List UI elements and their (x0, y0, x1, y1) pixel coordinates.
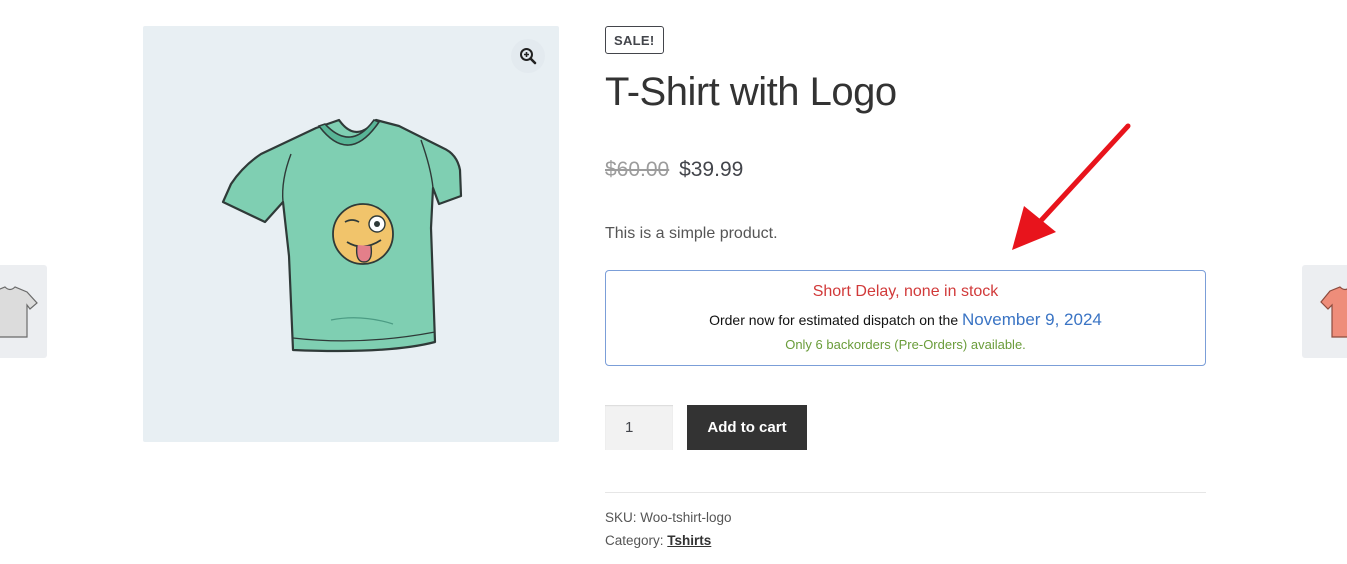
sku-value: Woo-tshirt-logo (640, 510, 732, 525)
sale-badge: SALE! (605, 26, 664, 54)
stock-availability-box: Short Delay, none in stock Order now for… (605, 270, 1206, 366)
dispatch-date: November 9, 2024 (962, 310, 1102, 329)
sale-price: $39.99 (679, 158, 744, 181)
dispatch-message: Order now for estimated dispatch on the … (606, 310, 1205, 330)
product-gallery (143, 26, 559, 442)
next-product-link[interactable] (1302, 265, 1347, 358)
category-link[interactable]: Tshirts (667, 533, 711, 548)
backorder-note: Only 6 backorders (Pre-Orders) available… (785, 337, 1026, 352)
short-description: This is a simple product. (605, 225, 778, 242)
category-label: Category: (605, 533, 664, 548)
product-category: Category: Tshirts (605, 533, 711, 548)
product-page: SALE! T-Shirt with Logo $60.00 $39.99 Th… (0, 0, 1347, 564)
stock-status: Short Delay, none in stock (812, 283, 999, 300)
dispatch-prefix: Order now for estimated dispatch on the (709, 312, 959, 328)
add-to-cart-button[interactable]: Add to cart (687, 405, 807, 450)
grey-tshirt-thumbnail-icon (0, 286, 38, 338)
red-arrow-icon (1012, 123, 1131, 250)
magnifier-plus-icon (520, 48, 537, 65)
product-title: T-Shirt with Logo (605, 70, 897, 114)
zoom-button[interactable] (511, 39, 545, 73)
product-sku: SKU: Woo-tshirt-logo (605, 510, 732, 525)
quantity-input[interactable] (605, 405, 673, 450)
salmon-tshirt-thumbnail-icon (1320, 286, 1347, 338)
product-price: $60.00 $39.99 (605, 158, 743, 182)
regular-price: $60.00 (605, 158, 670, 181)
divider (605, 492, 1206, 493)
sku-label: SKU: (605, 510, 637, 525)
tshirt-product-image (221, 118, 463, 353)
previous-product-link[interactable] (0, 265, 47, 358)
